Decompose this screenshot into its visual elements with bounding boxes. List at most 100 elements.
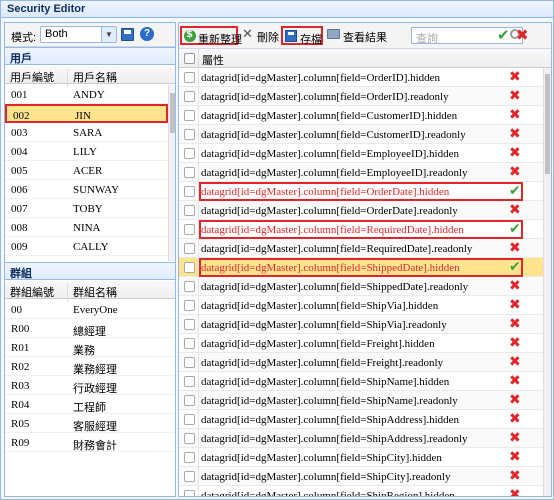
denied-x-icon[interactable]: ✖ <box>509 145 521 161</box>
property-row[interactable]: datagrid[id=dgMaster].column[field=ShipC… <box>179 448 543 467</box>
row-checkbox[interactable] <box>184 281 195 292</box>
row-checkbox[interactable] <box>184 338 195 349</box>
row-checkbox[interactable] <box>184 490 195 496</box>
property-row[interactable]: datagrid[id=dgMaster].column[field=Order… <box>179 87 543 106</box>
groups-col-id[interactable]: 群組編號 <box>10 284 54 300</box>
user-row[interactable]: 003 SARA <box>5 123 168 142</box>
select-all-checkbox[interactable] <box>184 53 195 64</box>
groups-col-name[interactable]: 群組名稱 <box>73 284 117 300</box>
properties-scrollbar[interactable] <box>543 68 551 496</box>
user-row[interactable]: 005 ACER <box>5 161 168 180</box>
row-checkbox[interactable] <box>184 148 195 159</box>
denied-x-icon[interactable]: ✖ <box>509 240 521 256</box>
denied-x-icon[interactable]: ✖ <box>509 164 521 180</box>
row-checkbox[interactable] <box>184 471 195 482</box>
property-row[interactable]: datagrid[id=dgMaster].column[field=ShipV… <box>179 296 543 315</box>
group-row[interactable]: R03 行政經理 <box>5 376 175 395</box>
group-row[interactable]: R04 工程師 <box>5 395 175 414</box>
property-row[interactable]: datagrid[id=dgMaster].column[field=ShipV… <box>179 315 543 334</box>
allowed-check-icon[interactable]: ✔ <box>509 221 521 237</box>
denied-x-icon[interactable]: ✖ <box>509 278 521 294</box>
denied-x-icon[interactable]: ✖ <box>509 335 521 351</box>
delete-button[interactable]: ✕ 刪除 <box>241 26 281 45</box>
groups-section-header[interactable]: 群組 <box>5 262 175 280</box>
users-section-header[interactable]: 用戶 <box>5 47 175 65</box>
denied-x-icon[interactable]: ✖ <box>509 468 521 484</box>
save-button[interactable]: 存檔 <box>281 26 323 46</box>
row-checkbox[interactable] <box>184 376 195 387</box>
row-checkbox[interactable] <box>184 243 195 254</box>
row-checkbox[interactable] <box>184 262 195 273</box>
allowed-check-icon[interactable]: ✔ <box>509 259 521 275</box>
denied-x-icon[interactable]: ✖ <box>509 126 521 142</box>
allowed-check-icon[interactable]: ✔ <box>509 183 521 199</box>
property-row[interactable]: datagrid[id=dgMaster].column[field=ShipA… <box>179 410 543 429</box>
user-row[interactable]: 006 SUNWAY <box>5 180 168 199</box>
scrollbar-thumb[interactable] <box>545 74 550 174</box>
denied-x-icon[interactable]: ✖ <box>509 411 521 427</box>
user-row[interactable]: 001 ANDY <box>5 85 168 104</box>
row-checkbox[interactable] <box>184 72 195 83</box>
property-row[interactable]: datagrid[id=dgMaster].column[field=Order… <box>179 182 543 201</box>
denied-x-icon[interactable]: ✖ <box>509 373 521 389</box>
group-row[interactable]: R01 業務 <box>5 338 175 357</box>
check-all-icon[interactable]: ✔ <box>497 26 510 44</box>
property-column-header[interactable]: 屬性 <box>202 52 224 68</box>
property-row[interactable]: datagrid[id=dgMaster].column[field=Requi… <box>179 239 543 258</box>
property-row[interactable]: datagrid[id=dgMaster].column[field=Shipp… <box>179 258 543 277</box>
property-row[interactable]: datagrid[id=dgMaster].column[field=Freig… <box>179 334 543 353</box>
property-row[interactable]: datagrid[id=dgMaster].column[field=Custo… <box>179 106 543 125</box>
property-row[interactable]: datagrid[id=dgMaster].column[field=Freig… <box>179 353 543 372</box>
property-row[interactable]: datagrid[id=dgMaster].column[field=ShipN… <box>179 372 543 391</box>
row-checkbox[interactable] <box>184 433 195 444</box>
property-row[interactable]: datagrid[id=dgMaster].column[field=Order… <box>179 201 543 220</box>
denied-x-icon[interactable]: ✖ <box>509 392 521 408</box>
row-checkbox[interactable] <box>184 129 195 140</box>
refresh-button[interactable]: 重新整理 <box>180 26 242 46</box>
save-icon[interactable] <box>121 28 134 41</box>
users-col-id[interactable]: 用戶編號 <box>10 69 54 85</box>
user-row[interactable]: 007 TOBY <box>5 199 168 218</box>
row-checkbox[interactable] <box>184 357 195 368</box>
row-checkbox[interactable] <box>184 300 195 311</box>
property-row[interactable]: datagrid[id=dgMaster].column[field=ShipC… <box>179 467 543 486</box>
denied-x-icon[interactable]: ✖ <box>509 487 521 496</box>
users-col-name[interactable]: 用戶名稱 <box>73 69 117 85</box>
row-checkbox[interactable] <box>184 452 195 463</box>
group-row[interactable]: R05 客服經理 <box>5 414 175 433</box>
mode-select[interactable]: Both ▼ <box>40 26 117 43</box>
property-row[interactable]: datagrid[id=dgMaster].column[field=Emplo… <box>179 144 543 163</box>
denied-x-icon[interactable]: ✖ <box>509 297 521 313</box>
group-row[interactable]: 00 EveryOne <box>5 300 175 319</box>
property-row[interactable]: datagrid[id=dgMaster].column[field=Emplo… <box>179 163 543 182</box>
group-row[interactable]: R00 總經理 <box>5 319 175 338</box>
denied-x-icon[interactable]: ✖ <box>509 69 521 85</box>
denied-x-icon[interactable]: ✖ <box>509 88 521 104</box>
row-checkbox[interactable] <box>184 414 195 425</box>
property-row[interactable]: datagrid[id=dgMaster].column[field=Requi… <box>179 220 543 239</box>
row-checkbox[interactable] <box>184 395 195 406</box>
row-checkbox[interactable] <box>184 110 195 121</box>
denied-x-icon[interactable]: ✖ <box>509 316 521 332</box>
row-checkbox[interactable] <box>184 205 195 216</box>
scrollbar-thumb[interactable] <box>170 93 175 133</box>
users-scrollbar[interactable] <box>168 85 175 261</box>
row-checkbox[interactable] <box>184 91 195 102</box>
denied-x-icon[interactable]: ✖ <box>509 354 521 370</box>
denied-x-icon[interactable]: ✖ <box>509 449 521 465</box>
denied-x-icon[interactable]: ✖ <box>509 430 521 446</box>
property-row[interactable]: datagrid[id=dgMaster].column[field=ShipA… <box>179 429 543 448</box>
help-icon[interactable]: ? <box>140 27 154 41</box>
row-checkbox[interactable] <box>184 319 195 330</box>
property-row[interactable]: datagrid[id=dgMaster].column[field=Shipp… <box>179 277 543 296</box>
denied-x-icon[interactable]: ✖ <box>509 202 521 218</box>
group-row[interactable]: R02 業務經理 <box>5 357 175 376</box>
denied-x-icon[interactable]: ✖ <box>509 107 521 123</box>
group-row[interactable]: R09 財務會計 <box>5 433 175 452</box>
property-row[interactable]: datagrid[id=dgMaster].column[field=ShipR… <box>179 486 543 496</box>
property-row[interactable]: datagrid[id=dgMaster].column[field=ShipN… <box>179 391 543 410</box>
row-checkbox[interactable] <box>184 186 195 197</box>
user-row[interactable]: 008 NINA <box>5 218 168 237</box>
user-row[interactable]: 002 JIN <box>5 104 168 123</box>
row-checkbox[interactable] <box>184 224 195 235</box>
